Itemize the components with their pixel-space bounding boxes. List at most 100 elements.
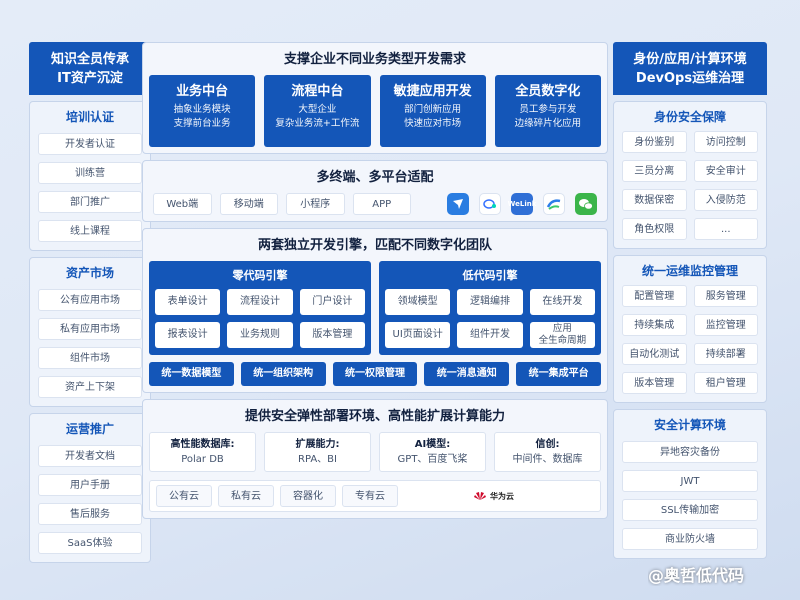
wecom-icon — [543, 193, 565, 215]
list-item: 开发者文档 — [38, 445, 142, 467]
engine-item: UI页面设计 — [385, 322, 451, 348]
terminals-title: 多终端、多平台适配 — [316, 170, 434, 185]
cloud-item: 容器化 — [280, 485, 336, 507]
list-item: 开发者认证 — [38, 133, 142, 155]
list-item: 持续集成 — [622, 314, 687, 336]
engine-item: 流程设计 — [227, 289, 293, 315]
list-item: 身份鉴别 — [622, 131, 687, 153]
capability-card: 高性能数据库: Polar DB — [149, 432, 256, 472]
unified-item: 统一组织架构 — [240, 362, 326, 386]
capability-key: 扩展能力: — [295, 439, 340, 450]
business-card-line: 大型企业 — [298, 104, 337, 115]
business-card-title: 流程中台 — [291, 84, 344, 99]
feishu-icon — [479, 193, 501, 215]
panel-title: 资产市场 — [65, 266, 114, 280]
list-item: 监控管理 — [693, 314, 758, 336]
cloud-row: 公有云 私有云 容器化 专有云 华为云 — [149, 480, 601, 512]
list-item: 服务管理 — [693, 285, 758, 307]
app-icons: WeLink — [447, 193, 597, 215]
list-item: 资产上下架 — [38, 376, 142, 398]
unified-item: 统一消息通知 — [424, 362, 510, 386]
business-card-line: 边缘碎片化应用 — [514, 118, 582, 129]
panel-training: 培训认证 开发者认证 训练营 部门推广 线上课程 — [29, 101, 151, 251]
engine-item: 在线开发 — [529, 289, 595, 315]
business-card-line: 支撑前台业务 — [173, 118, 231, 129]
business-card-line: 快速应对市场 — [404, 118, 462, 129]
left-column: 知识全员传承 IT资产沉淀 培训认证 开发者认证 训练营 部门推广 线上课程 资… — [29, 42, 151, 563]
panel-title: 身份安全保障 — [653, 110, 726, 124]
list-item: 自动化测试 — [622, 343, 687, 365]
engines-title: 两套独立开发引擎，匹配不同数字化团队 — [257, 238, 492, 253]
engine-item: 表单设计 — [155, 289, 221, 315]
unified-item: 统一数据模型 — [149, 362, 234, 386]
list-item: 部门推广 — [38, 191, 142, 213]
terminal-item: APP — [352, 193, 411, 215]
left-header-line-1: 知识全员传承 — [50, 51, 129, 67]
cloud-item: 专有云 — [342, 485, 398, 507]
cloud-item: 私有云 — [218, 485, 274, 507]
list-item: 持续部署 — [693, 343, 758, 365]
list-item: 三员分离 — [622, 160, 687, 182]
vendor-name: 华为云 — [490, 491, 514, 501]
zero-code-engine: 零代码引擎 表单设计 流程设计 门户设计 报表设计 业务规则 版本管理 — [149, 261, 371, 355]
panel-title: 安全计算环境 — [653, 418, 726, 432]
list-item: JWT — [622, 470, 758, 492]
right-header-line-2: DevOps运维治理 — [635, 70, 745, 86]
list-item: 版本管理 — [622, 372, 687, 394]
terminal-item: 小程序 — [286, 193, 345, 215]
list-item: 异地容灾备份 — [622, 441, 758, 463]
list-item: 公有应用市场 — [38, 289, 142, 311]
welink-icon: WeLink — [508, 193, 536, 215]
engine-item: 应用 全生命周期 — [529, 322, 595, 348]
engine-item: 领域模型 — [385, 289, 451, 315]
terminal-item: Web端 — [153, 193, 212, 215]
business-card: 敏捷应用开发 部门创新应用 快速应对市场 — [379, 75, 486, 147]
engine-item: 逻辑编排 — [457, 289, 523, 315]
unified-item: 统一权限管理 — [332, 362, 418, 386]
business-panel: 支撑企业不同业务类型开发需求 业务中台 抽象业务模块 支撑前台业务 流程中台 大… — [142, 42, 608, 154]
business-card-line: 员工参与开发 — [519, 104, 577, 115]
terminal-item: 移动端 — [219, 193, 278, 215]
business-card-line: 部门创新应用 — [404, 104, 462, 115]
engine-title: 零代码引擎 — [232, 269, 288, 282]
right-column: 身份/应用/计算环境 DevOps运维治理 身份安全保障 身份鉴别 访问控制 三… — [613, 42, 767, 559]
engine-item: 版本管理 — [299, 322, 365, 348]
business-card-title: 敏捷应用开发 — [393, 84, 472, 99]
list-item: 入侵防范 — [693, 189, 758, 211]
engines-panel: 两套独立开发引擎，匹配不同数字化团队 零代码引擎 表单设计 流程设计 门户设计 … — [142, 228, 608, 393]
engine-item: 业务规则 — [227, 322, 293, 348]
panel-secure-compute: 安全计算环境 异地容灾备份 JWT SSL传输加密 商业防火墙 — [613, 409, 767, 559]
low-code-engine: 低代码引擎 领域模型 逻辑编排 在线开发 UI页面设计 组件开发 应用 全生命周… — [379, 261, 601, 355]
capability-value: RPA、BI — [298, 454, 337, 465]
capability-key: AI模型: — [414, 439, 451, 450]
list-item: SSL传输加密 — [622, 499, 758, 521]
list-item: 配置管理 — [622, 285, 687, 307]
business-card-line: 抽象业务模块 — [173, 104, 231, 115]
panel-asset-market: 资产市场 公有应用市场 私有应用市场 组件市场 资产上下架 — [29, 257, 151, 407]
business-card: 业务中台 抽象业务模块 支撑前台业务 — [149, 75, 256, 147]
list-item: ... — [693, 218, 758, 240]
list-item: 安全审计 — [693, 160, 758, 182]
engine-item: 报表设计 — [155, 322, 221, 348]
business-card: 全员数字化 员工参与开发 边缘碎片化应用 — [494, 75, 601, 147]
panel-operations: 运营推广 开发者文档 用户手册 售后服务 SaaS体验 — [29, 413, 151, 563]
business-card-line: 复杂业务流+工作流 — [275, 118, 360, 129]
center-column: 支撑企业不同业务类型开发需求 业务中台 抽象业务模块 支撑前台业务 流程中台 大… — [142, 42, 608, 525]
left-header: 知识全员传承 IT资产沉淀 — [29, 42, 151, 95]
list-item: 商业防火墙 — [622, 528, 758, 550]
business-title: 支撑企业不同业务类型开发需求 — [283, 52, 466, 67]
capability-value: GPT、百度飞桨 — [397, 454, 468, 465]
infra-panel: 提供安全弹性部署环境、高性能扩展计算能力 高性能数据库: Polar DB 扩展… — [142, 399, 608, 519]
business-card-title: 全员数字化 — [515, 84, 581, 99]
capability-key: 信创: — [535, 439, 560, 450]
engine-item: 组件开发 — [457, 322, 523, 348]
engine-item: 门户设计 — [299, 289, 365, 315]
panel-identity-security: 身份安全保障 身份鉴别 访问控制 三员分离 安全审计 数据保密 入侵防范 角色权… — [613, 101, 767, 249]
unified-item: 统一集成平台 — [516, 362, 601, 386]
capability-card: 扩展能力: RPA、BI — [264, 432, 371, 472]
list-item: SaaS体验 — [38, 532, 142, 554]
list-item: 私有应用市场 — [38, 318, 142, 340]
list-item: 用户手册 — [38, 474, 142, 496]
infra-title: 提供安全弹性部署环境、高性能扩展计算能力 — [244, 409, 505, 424]
list-item: 线上课程 — [38, 220, 142, 242]
